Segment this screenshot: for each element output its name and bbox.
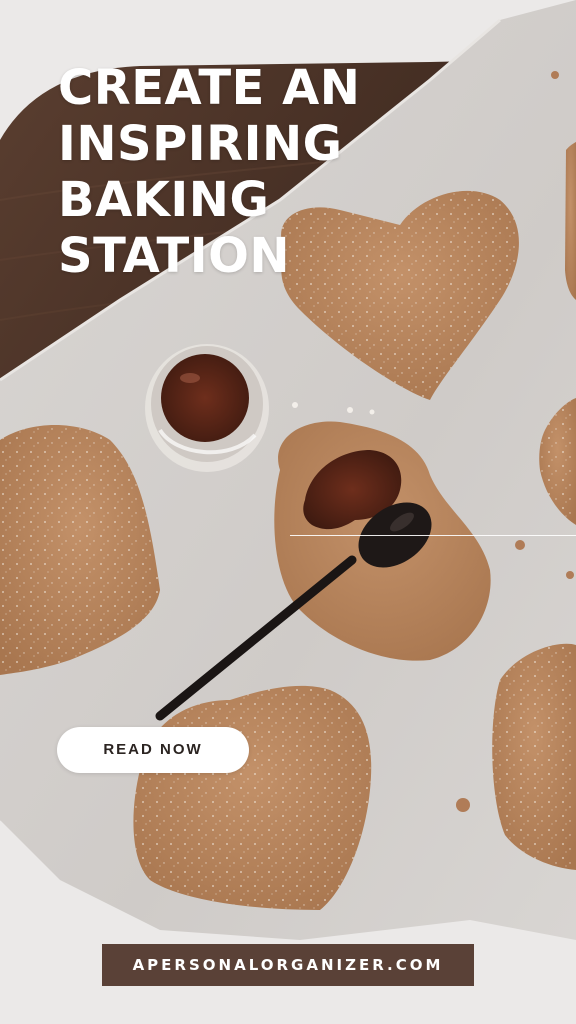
site-url-link[interactable]: APERSONALORGANIZER.COM — [102, 944, 474, 986]
pin-graphic: CREATE AN INSPIRING BAKING STATION READ … — [0, 0, 576, 1024]
heart-cookie — [565, 142, 576, 300]
headline: CREATE AN INSPIRING BAKING STATION — [58, 60, 361, 284]
read-now-button[interactable]: READ NOW — [57, 727, 249, 773]
jam-jar — [145, 344, 269, 472]
divider-line — [290, 535, 576, 536]
